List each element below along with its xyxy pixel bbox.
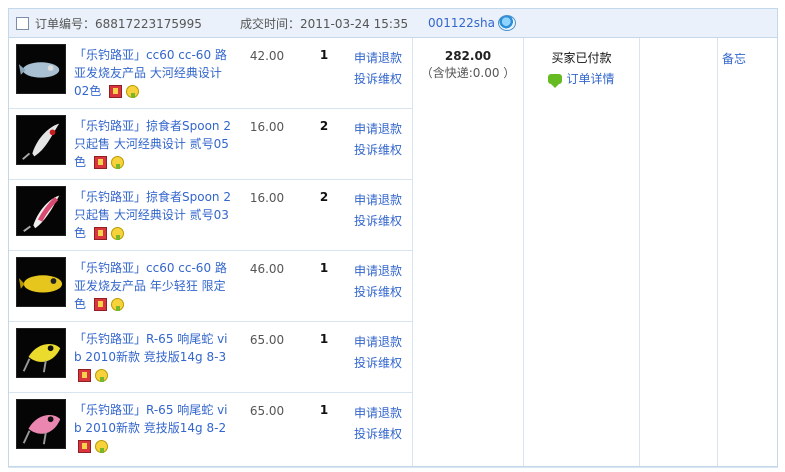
item-badges: [78, 369, 108, 382]
item-quantity: 2: [319, 119, 329, 133]
item-thumbnail[interactable]: [16, 328, 66, 378]
order-status: 买家已付款 订单详情: [524, 48, 639, 90]
item-quantity: 1: [319, 403, 329, 417]
item-actions: 申请退款 投诉维权: [354, 119, 412, 161]
item-thumbnail[interactable]: [16, 44, 66, 94]
order-number-label: 订单编号：: [35, 16, 96, 31]
order-item: 「乐钓路亚」cc60 cc-60 路亚发烧友产品 年少轻狂 限定色 46.00 …: [9, 251, 412, 322]
item-price: 16.00: [249, 120, 285, 134]
refund-link[interactable]: 申请退款: [354, 119, 412, 140]
item-thumbnail[interactable]: [16, 115, 66, 165]
item-badges: [109, 85, 140, 98]
seller-link[interactable]: 001122sha: [428, 16, 495, 30]
item-price: 65.00: [249, 404, 285, 418]
column-divider: [412, 38, 413, 466]
complaint-link[interactable]: 投诉维权: [354, 211, 412, 232]
deal-time-value: 2011-03-24 15:35: [300, 16, 409, 31]
red-badge-icon: [78, 369, 91, 382]
order-items: 「乐钓路亚」cc60 cc-60 路亚发烧友产品 大河经典设计 02色 42.0…: [9, 38, 412, 464]
item-quantity: 1: [319, 332, 329, 346]
item-title[interactable]: 「乐钓路亚」cc60 cc-60 路亚发烧友产品 大河经典设计 02色: [74, 46, 232, 100]
order-item: 「乐钓路亚」掠食者Spoon 2只起售 大河经典设计 贰号05色 16.00 2…: [9, 109, 412, 180]
shipping-fee-note: （含快递:0.00 ）: [420, 66, 516, 80]
wangwang-chat-icon[interactable]: [498, 15, 517, 31]
deal-time: 成交时间：2011-03-24 15:35: [240, 15, 428, 32]
order-select-checkbox[interactable]: [16, 16, 29, 30]
complaint-link[interactable]: 投诉维权: [354, 424, 412, 445]
order-detail-label[interactable]: 订单详情: [566, 72, 614, 86]
yellow-badge-icon: [110, 156, 124, 169]
order-card: 订单编号：68817223175995 成交时间：2011-03-24 15:3…: [8, 8, 778, 467]
order-number: 订单编号：68817223175995: [35, 15, 240, 32]
order-detail-link[interactable]: 订单详情: [524, 69, 639, 90]
memo-link[interactable]: 备忘: [722, 50, 746, 67]
item-actions: 申请退款 投诉维权: [354, 190, 412, 232]
message-icon: [548, 74, 563, 88]
refund-link[interactable]: 申请退款: [354, 403, 412, 424]
item-quantity: 1: [319, 48, 329, 62]
item-quantity: 2: [319, 190, 329, 204]
complaint-link[interactable]: 投诉维权: [354, 69, 412, 90]
payment-status: 买家已付款: [551, 51, 612, 65]
total-amount: 282.00: [444, 49, 492, 63]
complaint-link[interactable]: 投诉维权: [354, 282, 412, 303]
red-badge-icon: [93, 298, 107, 311]
column-divider: [717, 38, 718, 466]
item-title-text[interactable]: 「乐钓路亚」R-65 响尾蛇 vib 2010新款 竞技版14g 8-2: [74, 403, 228, 435]
item-title[interactable]: 「乐钓路亚」cc60 cc-60 路亚发烧友产品 年少轻狂 限定色: [74, 259, 232, 313]
refund-link[interactable]: 申请退款: [354, 48, 412, 69]
refund-link[interactable]: 申请退款: [354, 332, 412, 353]
red-badge-icon: [93, 227, 107, 240]
order-item: 「乐钓路亚」掠食者Spoon 2只起售 大河经典设计 贰号03色 16.00 2…: [9, 180, 412, 251]
item-title[interactable]: 「乐钓路亚」R-65 响尾蛇 vib 2010新款 竞技版14g 8-2: [74, 401, 232, 455]
order-total: 282.00 （含快递:0.00 ）: [413, 48, 523, 82]
item-price: 65.00: [249, 333, 285, 347]
refund-link[interactable]: 申请退款: [354, 190, 412, 211]
item-price: 16.00: [249, 191, 285, 205]
deal-time-label: 成交时间：: [240, 16, 301, 31]
complaint-link[interactable]: 投诉维权: [354, 353, 412, 374]
item-title[interactable]: 「乐钓路亚」掠食者Spoon 2只起售 大河经典设计 贰号03色: [74, 188, 232, 242]
order-header: 订单编号：68817223175995 成交时间：2011-03-24 15:3…: [9, 9, 777, 38]
item-thumbnail[interactable]: [16, 186, 66, 236]
item-actions: 申请退款 投诉维权: [354, 48, 412, 90]
item-title[interactable]: 「乐钓路亚」掠食者Spoon 2只起售 大河经典设计 贰号05色: [74, 117, 232, 171]
red-badge-icon: [109, 85, 123, 98]
item-actions: 申请退款 投诉维权: [354, 332, 412, 374]
item-actions: 申请退款 投诉维权: [354, 261, 412, 303]
order-body: 「乐钓路亚」cc60 cc-60 路亚发烧友产品 大河经典设计 02色 42.0…: [9, 38, 777, 466]
refund-link[interactable]: 申请退款: [354, 261, 412, 282]
column-divider: [639, 38, 640, 466]
yellow-badge-icon: [126, 85, 140, 98]
yellow-badge-icon: [110, 298, 124, 311]
order-item: 「乐钓路亚」R-65 响尾蛇 vib 2010新款 竞技版14g 8-2 65.…: [9, 393, 412, 464]
item-title-text[interactable]: 「乐钓路亚」R-65 响尾蛇 vib 2010新款 竞技版14g 8-3: [74, 332, 228, 364]
complaint-link[interactable]: 投诉维权: [354, 140, 412, 161]
yellow-badge-icon: [95, 440, 108, 453]
order-number-value: 68817223175995: [95, 16, 202, 31]
item-thumbnail[interactable]: [16, 399, 66, 449]
yellow-badge-icon: [95, 369, 108, 382]
order-item: 「乐钓路亚」R-65 响尾蛇 vib 2010新款 竞技版14g 8-3 65.…: [9, 322, 412, 393]
red-badge-icon: [78, 440, 91, 453]
bottom-divider: [8, 467, 778, 468]
item-badges: [78, 440, 108, 453]
red-badge-icon: [93, 156, 107, 169]
item-badges: [93, 227, 124, 240]
yellow-badge-icon: [110, 227, 124, 240]
item-badges: [93, 298, 124, 311]
item-actions: 申请退款 投诉维权: [354, 403, 412, 445]
item-thumbnail[interactable]: [16, 257, 66, 307]
item-quantity: 1: [319, 261, 329, 275]
column-divider: [523, 38, 524, 466]
item-title-text[interactable]: 「乐钓路亚」cc60 cc-60 路亚发烧友产品 大河经典设计 02色: [74, 48, 227, 98]
item-badges: [93, 156, 124, 169]
item-title[interactable]: 「乐钓路亚」R-65 响尾蛇 vib 2010新款 竞技版14g 8-3: [74, 330, 232, 384]
order-item: 「乐钓路亚」cc60 cc-60 路亚发烧友产品 大河经典设计 02色 42.0…: [9, 38, 412, 109]
item-price: 46.00: [249, 262, 285, 276]
item-price: 42.00: [249, 49, 285, 63]
